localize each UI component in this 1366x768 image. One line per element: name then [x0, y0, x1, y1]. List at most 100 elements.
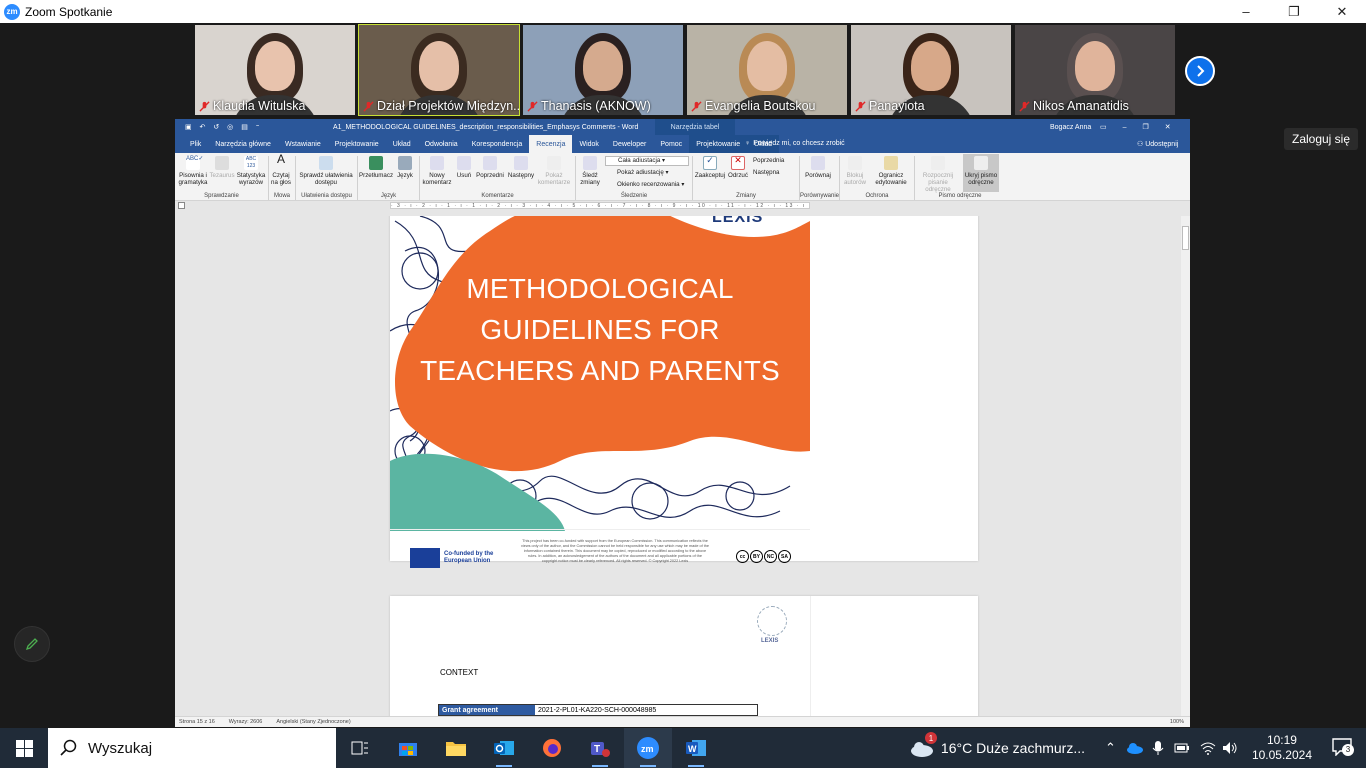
- reviewing-pane-menu[interactable]: Okienko recenzowania ▾: [605, 181, 684, 188]
- document-canvas[interactable]: LEXIS METHODOLOGICAL GUIDELINES FOR TEAC…: [175, 216, 1181, 716]
- speaker-icon[interactable]: [1222, 741, 1238, 755]
- taskbar-search[interactable]: Wyszukaj: [48, 728, 336, 768]
- accept-button[interactable]: ✓ Zaakceptuj: [694, 156, 726, 180]
- vertical-scrollbar[interactable]: [1181, 216, 1190, 716]
- language-indicator[interactable]: Angielski (Stany Zjednoczone): [276, 719, 350, 725]
- language-button[interactable]: Język: [394, 156, 416, 179]
- teams-icon[interactable]: T: [576, 728, 624, 768]
- group-label-comments: Komentarze: [481, 193, 514, 199]
- show-comments-button[interactable]: Pokaż komentarze: [537, 156, 571, 186]
- microphone-icon[interactable]: [1152, 740, 1164, 756]
- svg-text:W: W: [688, 744, 697, 754]
- reject-button[interactable]: ✕ Odrzuć: [727, 156, 749, 180]
- ms-store-icon[interactable]: [384, 728, 432, 768]
- zoom-app-icon[interactable]: zm: [624, 728, 672, 768]
- ribbon-tab[interactable]: Układ: [386, 135, 418, 153]
- grant-label-cell: Grant agreement: [439, 705, 535, 715]
- scroll-thumb[interactable]: [1182, 226, 1189, 250]
- delete-comment-button[interactable]: Usuń: [454, 156, 474, 179]
- translate-button[interactable]: Przetłumacz: [359, 156, 393, 179]
- previous-change-button[interactable]: Poprzednia: [753, 157, 784, 164]
- compare-button[interactable]: Porównaj: [801, 156, 835, 179]
- spelling-button[interactable]: ABC✓ Pisownia i gramatyka: [178, 156, 208, 186]
- next-comment-button[interactable]: Następny: [506, 156, 536, 179]
- ribbon-tab[interactable]: Wstawianie: [278, 135, 328, 153]
- chevron-up-icon[interactable]: ⌃: [1105, 740, 1116, 756]
- firefox-icon[interactable]: [528, 728, 576, 768]
- annotate-pen-button[interactable]: [14, 626, 50, 662]
- context-page: LEXIS CONTEXT Grant agreement 2021-2-PL0…: [390, 596, 978, 716]
- notification-center-button[interactable]: 3: [1332, 737, 1354, 759]
- ribbon-tab[interactable]: Plik: [183, 135, 208, 153]
- word-app-icon[interactable]: W: [672, 728, 720, 768]
- previous-comment-icon: [483, 156, 497, 170]
- zoom-logo-icon: zm: [4, 3, 20, 20]
- participant-tile[interactable]: Dział Projektów Międzyn...: [358, 24, 520, 116]
- tab-selector[interactable]: [178, 202, 185, 209]
- muted-mic-icon: [527, 100, 538, 112]
- participant-tile[interactable]: Panayiota: [851, 25, 1011, 115]
- word-count[interactable]: Wyrazy: 2606: [229, 719, 263, 725]
- previous-comment-button[interactable]: Poprzedni: [475, 156, 505, 179]
- start-button[interactable]: [0, 728, 48, 768]
- minimize-button[interactable]: –: [1222, 0, 1270, 23]
- track-changes-button[interactable]: Śledź zmiany: [577, 156, 603, 186]
- ribbon-tab[interactable]: Projektowanie: [328, 135, 386, 153]
- tell-me-box[interactable]: ♀ Powiedz mi, co chcesz zrobić: [745, 140, 845, 147]
- participant-tile[interactable]: Nikos Amanatidis: [1015, 25, 1175, 115]
- signin-tooltip[interactable]: Zaloguj się: [1284, 128, 1358, 150]
- quick-access-toolbar[interactable]: ▣ ↶ ↺ ◎ ▤ ⁼: [185, 123, 263, 131]
- ribbon-tab[interactable]: Recenzja: [529, 135, 573, 153]
- participant-name: Thanasis (AKNOW): [541, 99, 651, 113]
- compare-icon: [811, 156, 825, 170]
- file-explorer-icon[interactable]: [432, 728, 480, 768]
- ink-pen-icon: [931, 156, 945, 170]
- hide-ink-button[interactable]: Ukryj pismo odręczne: [963, 154, 999, 192]
- outlook-icon[interactable]: [480, 728, 528, 768]
- show-markup-menu[interactable]: Pokaż adiustację ▾: [605, 169, 669, 176]
- word-window-controls[interactable]: ▭–❐✕: [1100, 123, 1187, 131]
- markup-select[interactable]: Cała adiustacja ▾: [605, 156, 689, 166]
- group-label-changes: Zmiany: [736, 193, 756, 199]
- participant-tile[interactable]: Evangelia Boutskou: [687, 25, 847, 115]
- task-view-icon[interactable]: [336, 728, 384, 768]
- zoom-title-bar: zm Zoom Spotkanie – ❐ ✕: [0, 0, 1366, 23]
- page-indicator[interactable]: Strona 15 z 16: [179, 719, 215, 725]
- participant-tile[interactable]: Klaudia Witulska: [195, 25, 355, 115]
- block-authors-button[interactable]: Blokuj autorów: [841, 156, 869, 186]
- ribbon-tab[interactable]: Pomoc: [653, 135, 689, 153]
- battery-icon[interactable]: [1174, 742, 1190, 754]
- next-participants-button[interactable]: [1185, 56, 1215, 86]
- creative-commons-badge: cc BY NC SA: [736, 550, 791, 563]
- svg-text:zm: zm: [641, 744, 654, 754]
- start-inking-button[interactable]: Rozpocznij pisanie odręczne: [916, 156, 960, 193]
- muted-mic-icon: [199, 100, 210, 112]
- weather-widget[interactable]: 1 16°C Duże zachmurz...: [909, 732, 1085, 758]
- ribbon-tab[interactable]: Projektowanie: [689, 135, 748, 153]
- onedrive-icon[interactable]: [1126, 742, 1144, 754]
- ribbon-tab[interactable]: Widok: [572, 135, 605, 153]
- read-aloud-button[interactable]: A Czytaj na głos: [270, 153, 292, 186]
- next-change-button[interactable]: Następna: [753, 169, 780, 176]
- wifi-icon[interactable]: [1200, 741, 1216, 755]
- new-comment-icon: [430, 156, 444, 170]
- new-comment-button[interactable]: Nowy komentarz: [421, 156, 453, 186]
- ribbon-tab[interactable]: Odwołania: [418, 135, 465, 153]
- user-name[interactable]: Bogacz Anna: [1050, 124, 1091, 131]
- accessibility-check-button[interactable]: Sprawdź ułatwienia dostępu: [297, 156, 355, 186]
- restrict-editing-button[interactable]: Ogranicz edytowanie: [871, 156, 911, 186]
- ribbon-tab[interactable]: Narzędzia główne: [208, 135, 278, 153]
- zoom-level[interactable]: 100%: [1170, 719, 1184, 725]
- word-count-button[interactable]: ABC 123 Statystyka wyrazów: [236, 156, 266, 186]
- ribbon-tab[interactable]: Korespondencja: [465, 135, 530, 153]
- clock[interactable]: 10:19 10.05.2024: [1252, 733, 1312, 763]
- ribbon-tab[interactable]: Deweloper: [606, 135, 653, 153]
- share-button[interactable]: ⚇ Udostępnij: [1137, 140, 1178, 148]
- participant-tile[interactable]: Thanasis (AKNOW): [523, 25, 683, 115]
- thesaurus-button[interactable]: Tezaurus: [209, 156, 235, 179]
- notification-count-badge: 3: [1342, 743, 1354, 756]
- participant-name: Panayiota: [869, 99, 925, 113]
- svg-text:T: T: [594, 744, 600, 755]
- maximize-button[interactable]: ❐: [1270, 0, 1318, 23]
- close-button[interactable]: ✕: [1318, 0, 1366, 23]
